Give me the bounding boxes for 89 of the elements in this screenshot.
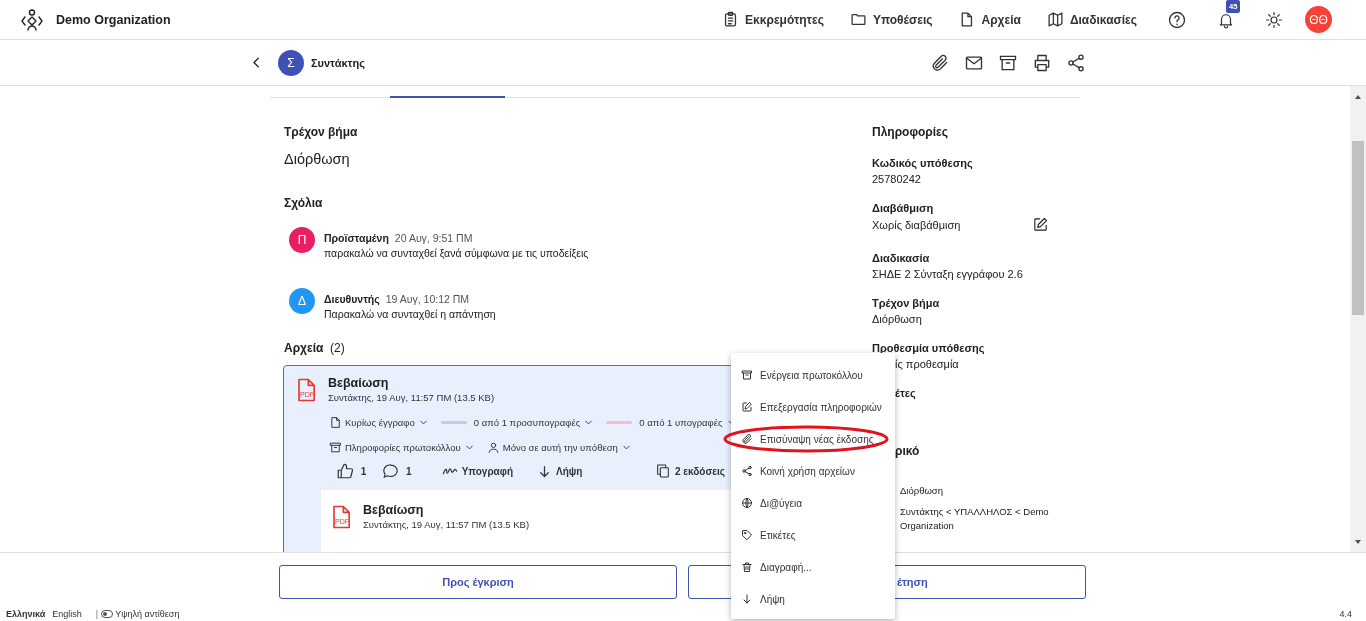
globe-icon xyxy=(741,497,753,509)
separator: | xyxy=(95,609,99,619)
like-button[interactable]: 1 xyxy=(336,462,367,480)
comment-date: 19 Αυγ, 10:12 ΠΜ xyxy=(385,293,470,305)
comment-text: Παρακαλώ να συνταχθεί η απάντηση xyxy=(324,307,496,322)
trash-icon xyxy=(741,561,753,573)
language-link[interactable]: English xyxy=(52,609,82,619)
commenter-avatar: Δ xyxy=(289,288,315,314)
person-icon xyxy=(486,440,500,454)
toggle-switch[interactable] xyxy=(101,610,114,618)
logo-icon xyxy=(20,7,44,32)
section-title: Σχόλια xyxy=(283,195,324,211)
field-value: ΣΗΔΕ 2 Σύνταξη εγγράφου 2.6 xyxy=(872,267,1023,282)
dropdown-chip[interactable]: Μόνο σε αυτή την υπόθεση xyxy=(486,440,632,454)
archive-box-icon xyxy=(741,369,753,381)
panel-title: ρικό xyxy=(895,444,920,458)
comment-text: παρακαλώ να συνταχθεί ξανά σύμφωνα με τις υποδείξεις xyxy=(324,246,589,261)
field-label: έτες xyxy=(895,387,916,399)
signature-progress[interactable]: 0 από 1 προσυπογραφές xyxy=(440,416,595,428)
dropdown-chip[interactable]: Πληροφορίες πρωτοκόλλου xyxy=(329,440,475,454)
comment-date: 20 Αυγ, 9:51 ΠΜ xyxy=(394,232,473,244)
comment-author: Προϊσταμένη xyxy=(324,232,389,244)
folder-icon xyxy=(849,11,867,28)
nav-link[interactable]: Εκκρεμότητες xyxy=(722,11,824,28)
menu-item[interactable]: Διαγραφή... xyxy=(731,551,895,583)
archive-box-icon xyxy=(329,440,342,454)
menu-item[interactable]: Επισύναψη νέας έκδοσης xyxy=(731,423,895,455)
help-icon xyxy=(1167,9,1187,30)
comment-icon xyxy=(382,462,400,480)
history-step: Διόρθωση xyxy=(900,484,1060,498)
scrollbar[interactable] xyxy=(1350,86,1366,552)
role-name: Συντάκτης xyxy=(311,56,365,69)
current-step: Διόρθωση xyxy=(283,149,740,169)
download-icon xyxy=(741,593,753,605)
tag-icon xyxy=(741,529,753,541)
history-path: Συντάκτης < ΥΠΑΛΛΗΛΟΣ < Demo Organization xyxy=(900,505,1050,533)
sign-button[interactable]: Υπογραφή xyxy=(441,463,513,479)
copies-icon xyxy=(654,463,671,479)
field-label: Κωδικός υπόθεσης xyxy=(872,156,974,171)
file-name: Βεβαίωση xyxy=(328,375,390,391)
map-icon xyxy=(1046,11,1064,28)
comment-author: Διευθυντής xyxy=(324,293,380,305)
attach-icon xyxy=(930,52,950,73)
menu-item[interactable]: Επεξεργασία πληροφοριών xyxy=(731,391,895,423)
share-icon xyxy=(1066,52,1086,73)
file-name: Βεβαίωση xyxy=(363,502,425,518)
edit-icon xyxy=(1032,216,1050,233)
print-icon xyxy=(1032,52,1052,73)
field-value: Διόρθωση xyxy=(872,312,922,327)
theme-sun-icon xyxy=(1265,10,1283,29)
download-button[interactable]: Λήψη xyxy=(537,463,583,479)
comments-button[interactable]: 1 xyxy=(382,462,412,480)
download-icon xyxy=(537,463,552,479)
nav-link[interactable]: Διαδικασίες xyxy=(1046,11,1137,28)
menu-item[interactable]: Λήψη xyxy=(731,583,895,615)
versions-button[interactable]: 2 εκδόσεις xyxy=(654,463,725,479)
paperclip-icon xyxy=(741,433,753,445)
field-label: Προθεσμία υπόθεσης xyxy=(872,341,986,356)
commenter-avatar: Π xyxy=(289,227,315,253)
nav-link[interactable]: Υποθέσεις xyxy=(849,11,933,28)
field-value: ίς προθεσμία xyxy=(895,357,959,372)
nav-link[interactable]: Αρχεία xyxy=(958,11,1021,28)
menu-item[interactable]: Κοινή χρήση αρχείων xyxy=(731,455,895,487)
file-icon xyxy=(329,415,342,429)
menu-item[interactable]: Ενέργεια πρωτοκόλλου xyxy=(731,359,895,391)
file-meta: Συντάκτης, 19 Αυγ, 11:57 ΠΜ (13.5 KB) xyxy=(328,391,495,405)
role-avatar: Σ xyxy=(278,49,304,76)
field-label: Διαδικασία xyxy=(872,251,931,266)
share-icon xyxy=(741,465,753,477)
file-meta: Συντάκτης, 19 Αυγ, 11:57 ΠΜ (13.5 KB) xyxy=(363,518,530,532)
thumbs-up-icon xyxy=(336,462,354,480)
section-title: Τρέχον βήμα xyxy=(283,124,359,140)
field-value: 25780242 xyxy=(872,172,921,187)
menu-item[interactable]: Ετικέτες xyxy=(731,519,895,551)
edit-icon xyxy=(741,401,753,413)
user-avatar[interactable]: ΘΘ xyxy=(1305,6,1332,33)
app-version: 4.4 xyxy=(1339,609,1352,619)
menu-item[interactable]: Δι@ύγεια xyxy=(731,487,895,519)
file-count: (2) xyxy=(330,341,345,355)
toggle-label: Υψηλή αντίθεση xyxy=(115,609,180,619)
panel-title: Πληροφορίες xyxy=(872,124,950,140)
dropdown-chip[interactable]: Κυρίως έγγραφο xyxy=(329,415,429,429)
field-value: Χωρίς διαβάθμιση xyxy=(872,217,961,233)
language-link[interactable]: Ελληνικά xyxy=(6,609,46,619)
field-label: Τρέχον βήμα xyxy=(872,296,941,311)
footer-button[interactable]: Προς έγκριση xyxy=(279,565,677,599)
field-label: Διαβάθμιση xyxy=(872,201,935,216)
organization-name: Demo Organization xyxy=(56,12,171,27)
section-title: Αρχεία xyxy=(284,341,324,355)
